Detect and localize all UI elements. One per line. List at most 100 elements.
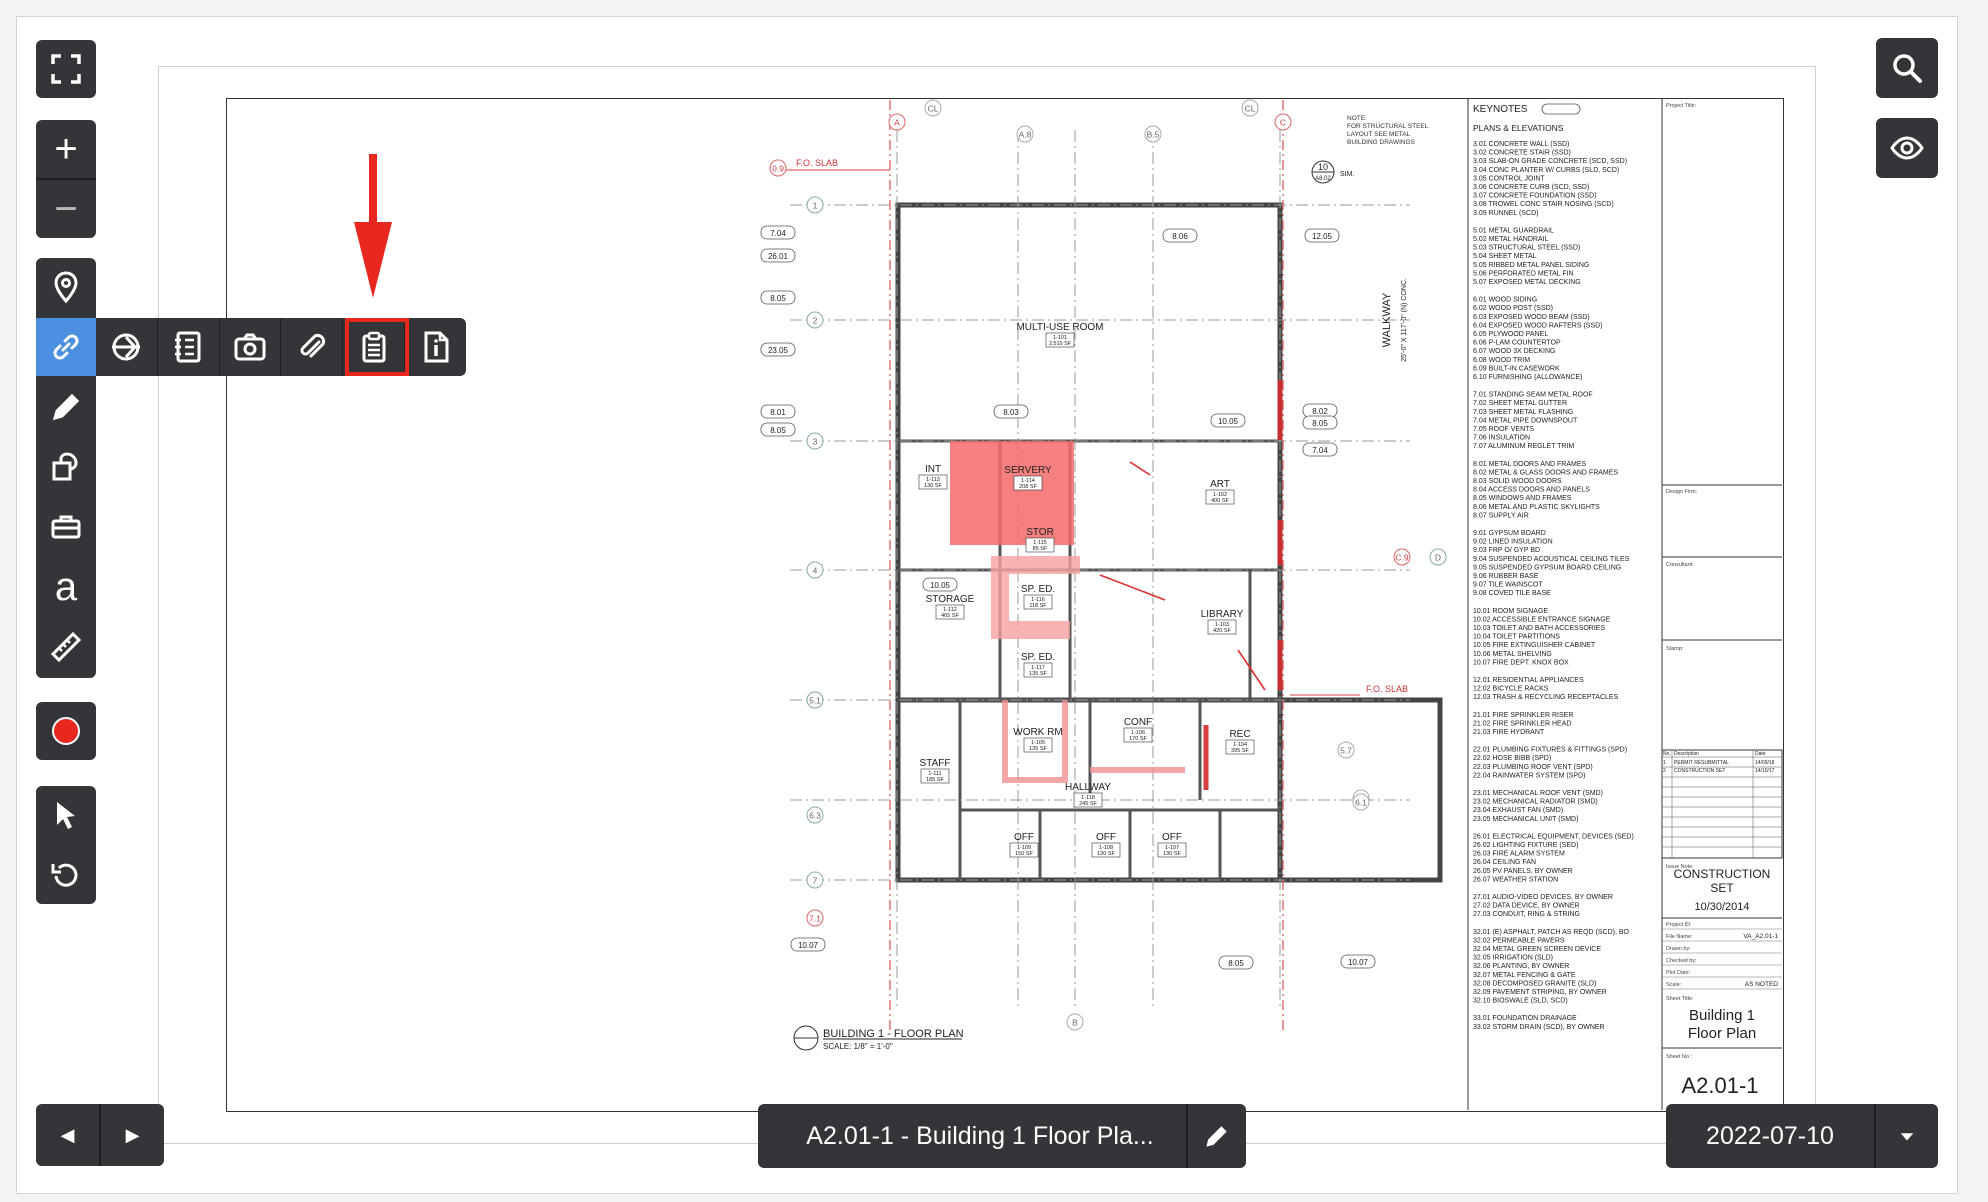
keynote-item: 32.05 IRRIGATION (SLD) (1473, 955, 1553, 962)
keynote-item: 3.09 RUNNEL (SCD) (1473, 210, 1538, 217)
grid-bubble-label: CL (928, 104, 939, 114)
room-area: 2,510 SF (1049, 341, 1072, 347)
keynote-item: 6.10 FURNISHING (ALLOWANCE) (1473, 374, 1582, 381)
keynote-item: 9.06 RUBBER BASE (1473, 573, 1539, 580)
keynote-item: 8.06 METAL AND PLASTIC SKYLIGHTS (1473, 504, 1600, 511)
tb-info-label: Scale: (1666, 982, 1682, 988)
undo-button[interactable] (36, 846, 96, 904)
keynote-item: 27.03 CONDUIT, RING & STRING (1473, 911, 1580, 918)
ruler-tool-button[interactable] (36, 618, 96, 676)
toolbox-tool-button[interactable] (36, 498, 96, 556)
sheet-no-label: Sheet No.: (1666, 1054, 1692, 1060)
grid-bubble-label: 7 (813, 876, 818, 886)
room-area: 420 SF (1213, 628, 1231, 634)
keynote-item: 8.03 SOLID WOOD DOORS (1473, 478, 1562, 485)
pointer-tool-button[interactable] (36, 786, 96, 844)
keynote-item: 3.04 CONC PLANTER W/ CURBS (SLD, SCD) (1473, 167, 1619, 174)
link-clipboard-button[interactable] (343, 318, 410, 376)
edit-sheet-button[interactable] (1186, 1104, 1246, 1168)
link-flyout-menu (96, 318, 466, 376)
search-icon (1893, 54, 1922, 83)
room-name: OFF (1096, 832, 1116, 843)
keynote-item: 23.02 MECHANICAL RADIATOR (SMD) (1473, 799, 1598, 806)
keynotes-panel: KEYNOTES PLANS & ELEVATIONS 3.01 CONCRETE … (1467, 98, 1663, 1110)
room-name: INT (925, 464, 941, 475)
keynote-item: 27.01 AUDIO-VIDEO DEVICES, BY OWNER (1473, 894, 1613, 901)
keynote-item: 10.07 FIRE DEPT. KNOX BOX (1473, 659, 1569, 666)
keynote-item: 9.02 LINED INSULATION (1473, 539, 1553, 546)
room-area: 170 SF (1129, 736, 1147, 742)
search-button[interactable] (1876, 38, 1938, 98)
callout-label: 8.05 (1312, 419, 1328, 428)
grid-bubble-label: CL (1245, 104, 1256, 114)
pencil-tool-button[interactable] (36, 378, 96, 436)
floor-plan-drawing: MULTI-USE ROOM1-1012,510 SFINT1-113130 S… (354, 98, 1783, 1110)
room-area: 150 SF (1015, 851, 1033, 857)
keynote-item: 8.07 SUPPLY AIR (1473, 512, 1529, 519)
select-tools (36, 786, 96, 904)
keynote-item: 6.02 WOOD POST (SSD) (1473, 305, 1553, 312)
keynote-item: 6.06 P-LAM COUNTERTOP (1473, 340, 1561, 347)
grid-bubble-label: B.5 (1147, 130, 1160, 140)
callout-label: 10.05 (1218, 417, 1239, 426)
plan-title: BUILDING 1 - FLOOR PLAN (823, 1028, 964, 1040)
keynote-item: 10.01 ROOM SIGNAGE (1473, 608, 1548, 615)
link-file-info-button[interactable] (405, 318, 466, 376)
fullscreen-button[interactable] (36, 40, 96, 98)
revisions-cell: PERMIT RESUBMITTAL (1674, 760, 1729, 766)
room-name: OFF (1162, 832, 1182, 843)
revisions-cell: CONSTRUCTION SET (1674, 768, 1725, 774)
markup-tools: a (36, 258, 96, 678)
keynote-item: 26.01 ELECTRICAL EQUIPMENT, DEVICES (SED… (1473, 833, 1634, 840)
room-name: REC (1229, 729, 1250, 740)
revision-date-selector[interactable]: 2022-07-10 (1666, 1104, 1938, 1168)
sheet-number: A2.01-1 (1681, 1073, 1758, 1098)
markup-arrow (1129, 461, 1151, 476)
date-dropdown-button[interactable] (1874, 1104, 1938, 1168)
keynote-item: 9.03 FRP O/ GYP BD (1473, 547, 1540, 554)
link-document-button[interactable] (158, 318, 220, 376)
callout-label: 8.05 (770, 294, 786, 303)
link-photo-button[interactable] (220, 318, 282, 376)
link-tool-button[interactable] (36, 318, 96, 376)
keynote-item: 32.07 METAL FENCING & GATE (1473, 972, 1576, 979)
keynote-item: 32.08 DECOMPOSED GRANITE (SLD) (1473, 980, 1596, 987)
pin-tool-button[interactable] (36, 258, 96, 316)
revisions-cell: 14/09/18 (1755, 760, 1775, 766)
text-icon: a (54, 565, 78, 609)
keynotes-title: KEYNOTES (1473, 104, 1528, 115)
revisions-cell: 14/10/17 (1755, 768, 1775, 774)
keynote-item: 32.01 (E) ASPHALT, PATCH AS REQD (SCD), … (1473, 929, 1630, 936)
record-button[interactable] (36, 702, 96, 760)
room-area: 395 SF (1231, 748, 1249, 754)
text-tool-button[interactable]: a (36, 558, 96, 616)
room-name: WORK RM (1013, 727, 1062, 738)
shapes-tool-button[interactable] (36, 438, 96, 496)
grid-bubble-label: 0.9 (772, 164, 784, 174)
keynote-item: 8.01 METAL DOORS AND FRAMES (1473, 461, 1587, 468)
sheet-selector-label: A2.01-1 - Building 1 Floor Pla... (806, 1121, 1154, 1150)
sheet-selector[interactable]: A2.01-1 - Building 1 Floor Pla... (758, 1104, 1246, 1168)
visibility-button[interactable] (1876, 118, 1938, 178)
plans-elevations-heading: PLANS & ELEVATIONS (1473, 123, 1564, 133)
link-drawing-button[interactable] (96, 318, 158, 376)
keynote-item: 6.09 BUILT-IN CASEWORK (1473, 365, 1560, 372)
zoom-in-button[interactable]: + (36, 120, 96, 178)
revisions-header: Date (1755, 751, 1766, 757)
room-area: 130 SF (1097, 851, 1115, 857)
keynote-item: 9.01 GYPSUM BOARD (1473, 530, 1546, 537)
next-page-button[interactable]: ▶ (101, 1104, 164, 1166)
grid-bubble-label: C (1280, 118, 1286, 128)
toolbox-icon (51, 515, 81, 539)
callout-label: 26.01 (768, 252, 789, 261)
keynote-item: 6.04 EXPOSED WOOD RAFTERS (SSD) (1473, 322, 1603, 329)
detail-number: 10 (1318, 162, 1328, 172)
highlight-box (345, 318, 410, 376)
room-name: OFF (1014, 832, 1034, 843)
link-attachment-button[interactable] (281, 318, 344, 376)
zoom-out-button[interactable]: − (36, 180, 96, 238)
prev-page-button[interactable]: ◀ (36, 1104, 101, 1166)
keynote-item: 3.02 CONCRETE STAIR (SSD) (1473, 150, 1571, 157)
keynote-item: 3.03 SLAB-ON GRADE CONCRETE (SCD, SSD) (1473, 158, 1627, 165)
callout-label: 8.02 (1312, 407, 1328, 416)
